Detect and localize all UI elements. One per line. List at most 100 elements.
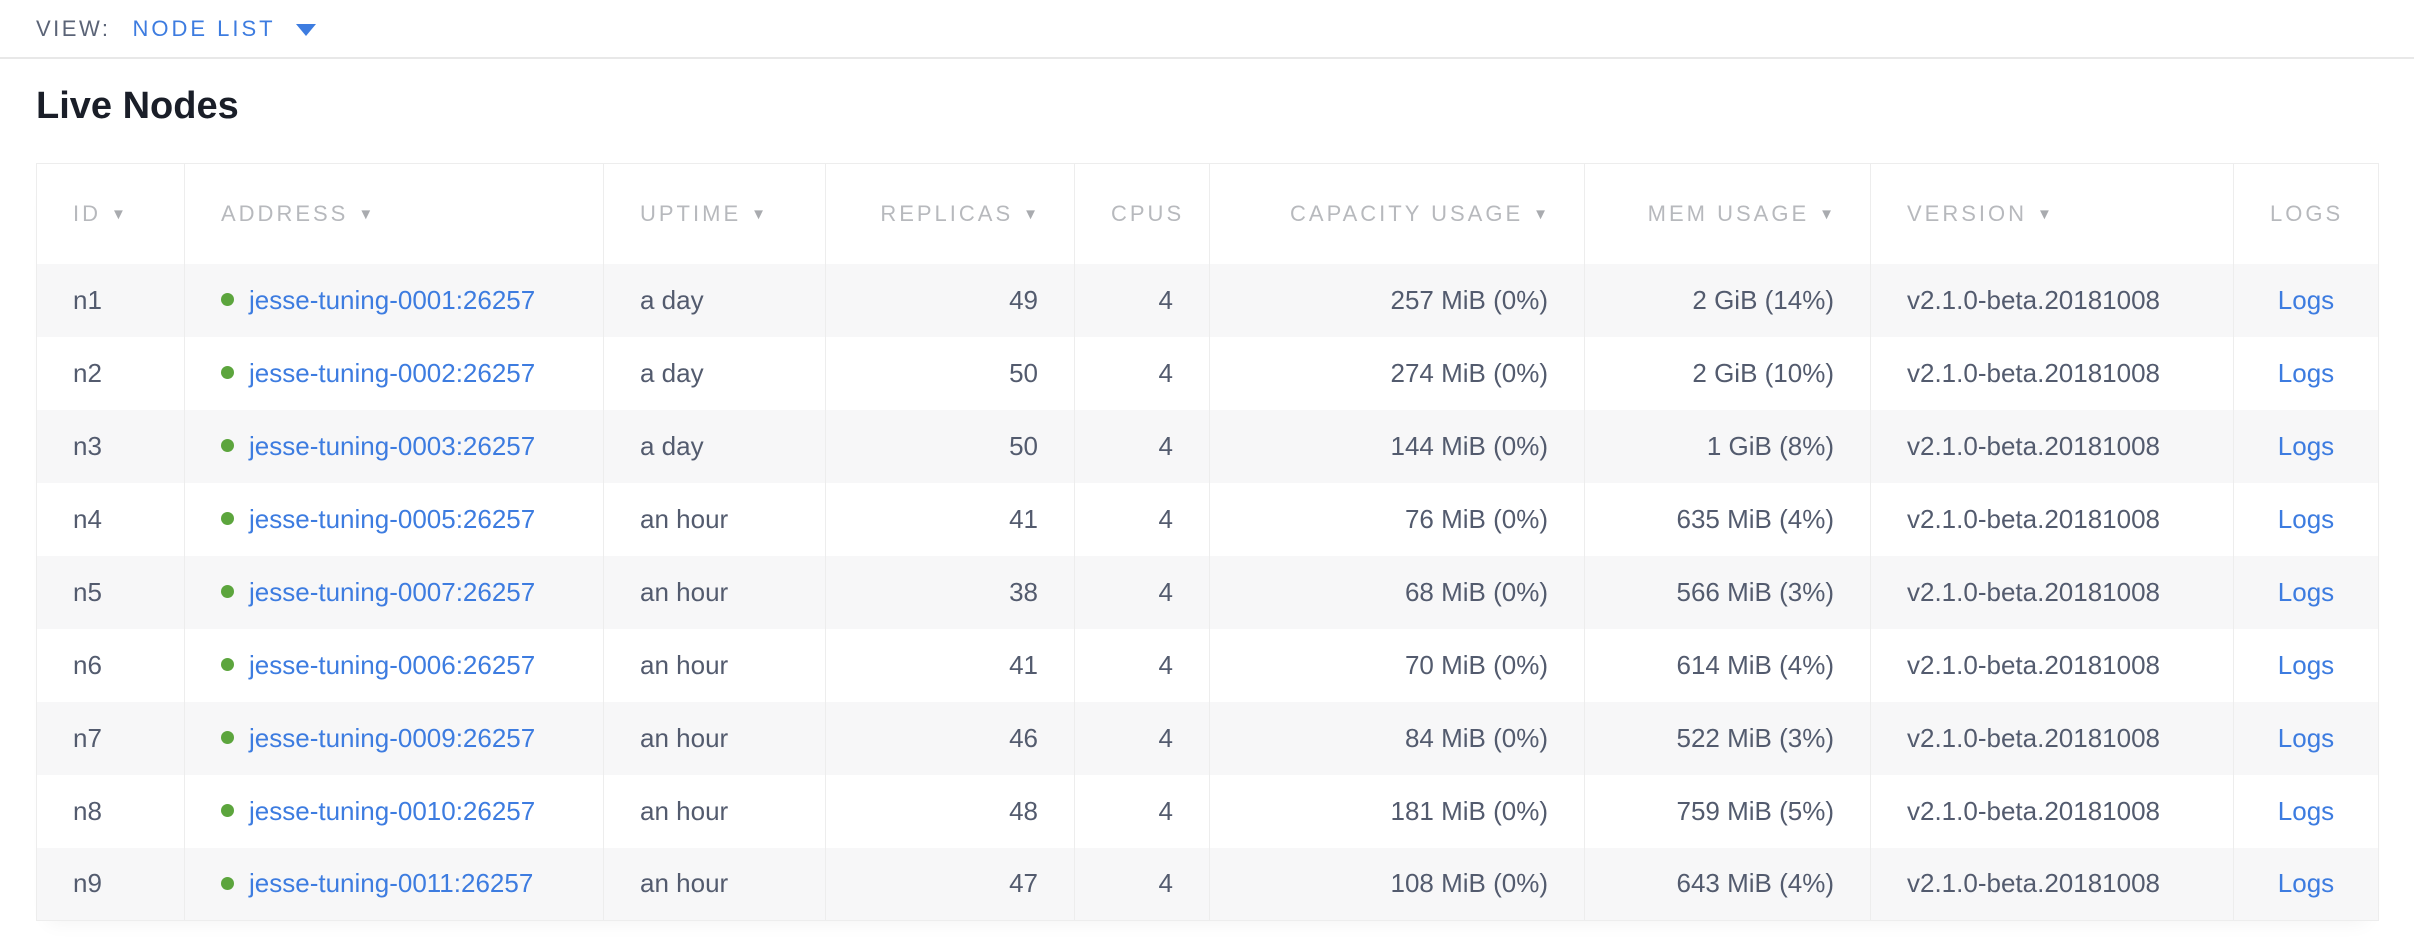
caret-down-icon[interactable]: [296, 24, 316, 36]
logs-cell: Logs: [2234, 264, 2379, 337]
capacity-usage-cell: 144 MiB (0%): [1210, 410, 1585, 483]
uptime-cell: an hour: [604, 848, 826, 921]
node-healthy-icon: [221, 512, 234, 525]
cpus-cell: 4: [1075, 483, 1210, 556]
node-address-cell: jesse-tuning-0006:26257: [185, 629, 604, 702]
live-nodes-table-container: ID▼ ADDRESS▼ UPTIME▼ REPLICAS▼ CPUS CAPA…: [36, 163, 2378, 921]
table-header-row: ID▼ ADDRESS▼ UPTIME▼ REPLICAS▼ CPUS CAPA…: [37, 164, 2379, 264]
sort-desc-icon: ▼: [358, 206, 373, 223]
uptime-cell: an hour: [604, 702, 826, 775]
uptime-cell: an hour: [604, 556, 826, 629]
capacity-usage-cell: 68 MiB (0%): [1210, 556, 1585, 629]
table-row: n2 jesse-tuning-0002:26257 a day 50 4 27…: [37, 337, 2379, 410]
col-header-address[interactable]: ADDRESS ▼: [185, 164, 604, 264]
mem-usage-cell: 643 MiB (4%): [1585, 848, 1871, 921]
node-healthy-icon: [221, 585, 234, 598]
node-address-cell: jesse-tuning-0007:26257: [185, 556, 604, 629]
uptime-cell: an hour: [604, 775, 826, 848]
logs-link[interactable]: Logs: [2278, 723, 2334, 753]
col-header-label: CPUS: [1111, 201, 1184, 226]
version-cell: v2.1.0-beta.20181008: [1871, 775, 2234, 848]
cpus-cell: 4: [1075, 775, 1210, 848]
version-cell: v2.1.0-beta.20181008: [1871, 629, 2234, 702]
node-id-cell: n3: [37, 410, 185, 483]
node-healthy-icon: [221, 366, 234, 379]
node-address-link[interactable]: jesse-tuning-0002:26257: [249, 358, 535, 388]
logs-link[interactable]: Logs: [2278, 577, 2334, 607]
view-dropdown-value[interactable]: NODE LIST: [132, 16, 275, 42]
logs-cell: Logs: [2234, 556, 2379, 629]
node-id-cell: n2: [37, 337, 185, 410]
capacity-usage-cell: 108 MiB (0%): [1210, 848, 1585, 921]
node-healthy-icon: [221, 658, 234, 671]
mem-usage-cell: 759 MiB (5%): [1585, 775, 1871, 848]
version-cell: v2.1.0-beta.20181008: [1871, 264, 2234, 337]
col-header-label: ADDRESS: [221, 201, 348, 226]
cpus-cell: 4: [1075, 410, 1210, 483]
node-address-link[interactable]: jesse-tuning-0001:26257: [249, 285, 535, 315]
logs-cell: Logs: [2234, 337, 2379, 410]
view-dropdown[interactable]: NODE LIST: [132, 16, 315, 42]
sort-desc-icon: ▼: [1819, 206, 1834, 223]
capacity-usage-cell: 181 MiB (0%): [1210, 775, 1585, 848]
col-header-id[interactable]: ID▼: [37, 164, 185, 264]
logs-link[interactable]: Logs: [2278, 431, 2334, 461]
logs-link[interactable]: Logs: [2278, 868, 2334, 898]
mem-usage-cell: 566 MiB (3%): [1585, 556, 1871, 629]
node-address-link[interactable]: jesse-tuning-0006:26257: [249, 650, 535, 680]
col-header-mem-usage[interactable]: MEM USAGE ▼: [1585, 164, 1871, 264]
table-row: n6 jesse-tuning-0006:26257 an hour 41 4 …: [37, 629, 2379, 702]
col-header-capacity-usage[interactable]: CAPACITY USAGE▼: [1210, 164, 1585, 264]
node-address-link[interactable]: jesse-tuning-0003:26257: [249, 431, 535, 461]
logs-link[interactable]: Logs: [2278, 504, 2334, 534]
node-id-cell: n8: [37, 775, 185, 848]
uptime-cell: a day: [604, 337, 826, 410]
replicas-cell: 46: [826, 702, 1075, 775]
col-header-uptime[interactable]: UPTIME ▼: [604, 164, 826, 264]
version-cell: v2.1.0-beta.20181008: [1871, 337, 2234, 410]
col-header-label: UPTIME: [640, 201, 741, 226]
node-address-link[interactable]: jesse-tuning-0011:26257: [249, 868, 533, 898]
capacity-usage-cell: 76 MiB (0%): [1210, 483, 1585, 556]
col-header-label: REPLICAS: [880, 201, 1013, 226]
logs-link[interactable]: Logs: [2278, 285, 2334, 315]
logs-cell: Logs: [2234, 629, 2379, 702]
node-address-link[interactable]: jesse-tuning-0010:26257: [249, 796, 535, 826]
capacity-usage-cell: 274 MiB (0%): [1210, 337, 1585, 410]
col-header-cpus[interactable]: CPUS: [1075, 164, 1210, 264]
node-id-cell: n5: [37, 556, 185, 629]
node-address-link[interactable]: jesse-tuning-0009:26257: [249, 723, 535, 753]
logs-link[interactable]: Logs: [2278, 796, 2334, 826]
cpus-cell: 4: [1075, 556, 1210, 629]
logs-link[interactable]: Logs: [2278, 358, 2334, 388]
col-header-label: ID: [73, 201, 101, 226]
sort-desc-icon: ▼: [751, 206, 766, 223]
node-address-link[interactable]: jesse-tuning-0005:26257: [249, 504, 535, 534]
live-nodes-table: ID▼ ADDRESS▼ UPTIME▼ REPLICAS▼ CPUS CAPA…: [36, 163, 2379, 921]
version-cell: v2.1.0-beta.20181008: [1871, 556, 2234, 629]
col-header-version[interactable]: VERSION▼: [1871, 164, 2234, 264]
replicas-cell: 50: [826, 337, 1075, 410]
page-title: Live Nodes: [36, 84, 2414, 128]
table-row: n8 jesse-tuning-0010:26257 an hour 48 4 …: [37, 775, 2379, 848]
node-id-cell: n6: [37, 629, 185, 702]
logs-link[interactable]: Logs: [2278, 650, 2334, 680]
mem-usage-cell: 614 MiB (4%): [1585, 629, 1871, 702]
node-address-link[interactable]: jesse-tuning-0007:26257: [249, 577, 535, 607]
node-id-cell: n4: [37, 483, 185, 556]
col-header-label: MEM USAGE: [1648, 201, 1809, 226]
col-header-replicas[interactable]: REPLICAS▼: [826, 164, 1075, 264]
col-header-logs: LOGS: [2234, 164, 2379, 264]
node-address-cell: jesse-tuning-0002:26257: [185, 337, 604, 410]
logs-cell: Logs: [2234, 848, 2379, 921]
view-label: VIEW:: [36, 16, 110, 42]
node-address-cell: jesse-tuning-0009:26257: [185, 702, 604, 775]
uptime-cell: an hour: [604, 483, 826, 556]
replicas-cell: 38: [826, 556, 1075, 629]
replicas-cell: 50: [826, 410, 1075, 483]
node-healthy-icon: [221, 293, 234, 306]
node-id-cell: n1: [37, 264, 185, 337]
version-cell: v2.1.0-beta.20181008: [1871, 410, 2234, 483]
capacity-usage-cell: 84 MiB (0%): [1210, 702, 1585, 775]
replicas-cell: 49: [826, 264, 1075, 337]
